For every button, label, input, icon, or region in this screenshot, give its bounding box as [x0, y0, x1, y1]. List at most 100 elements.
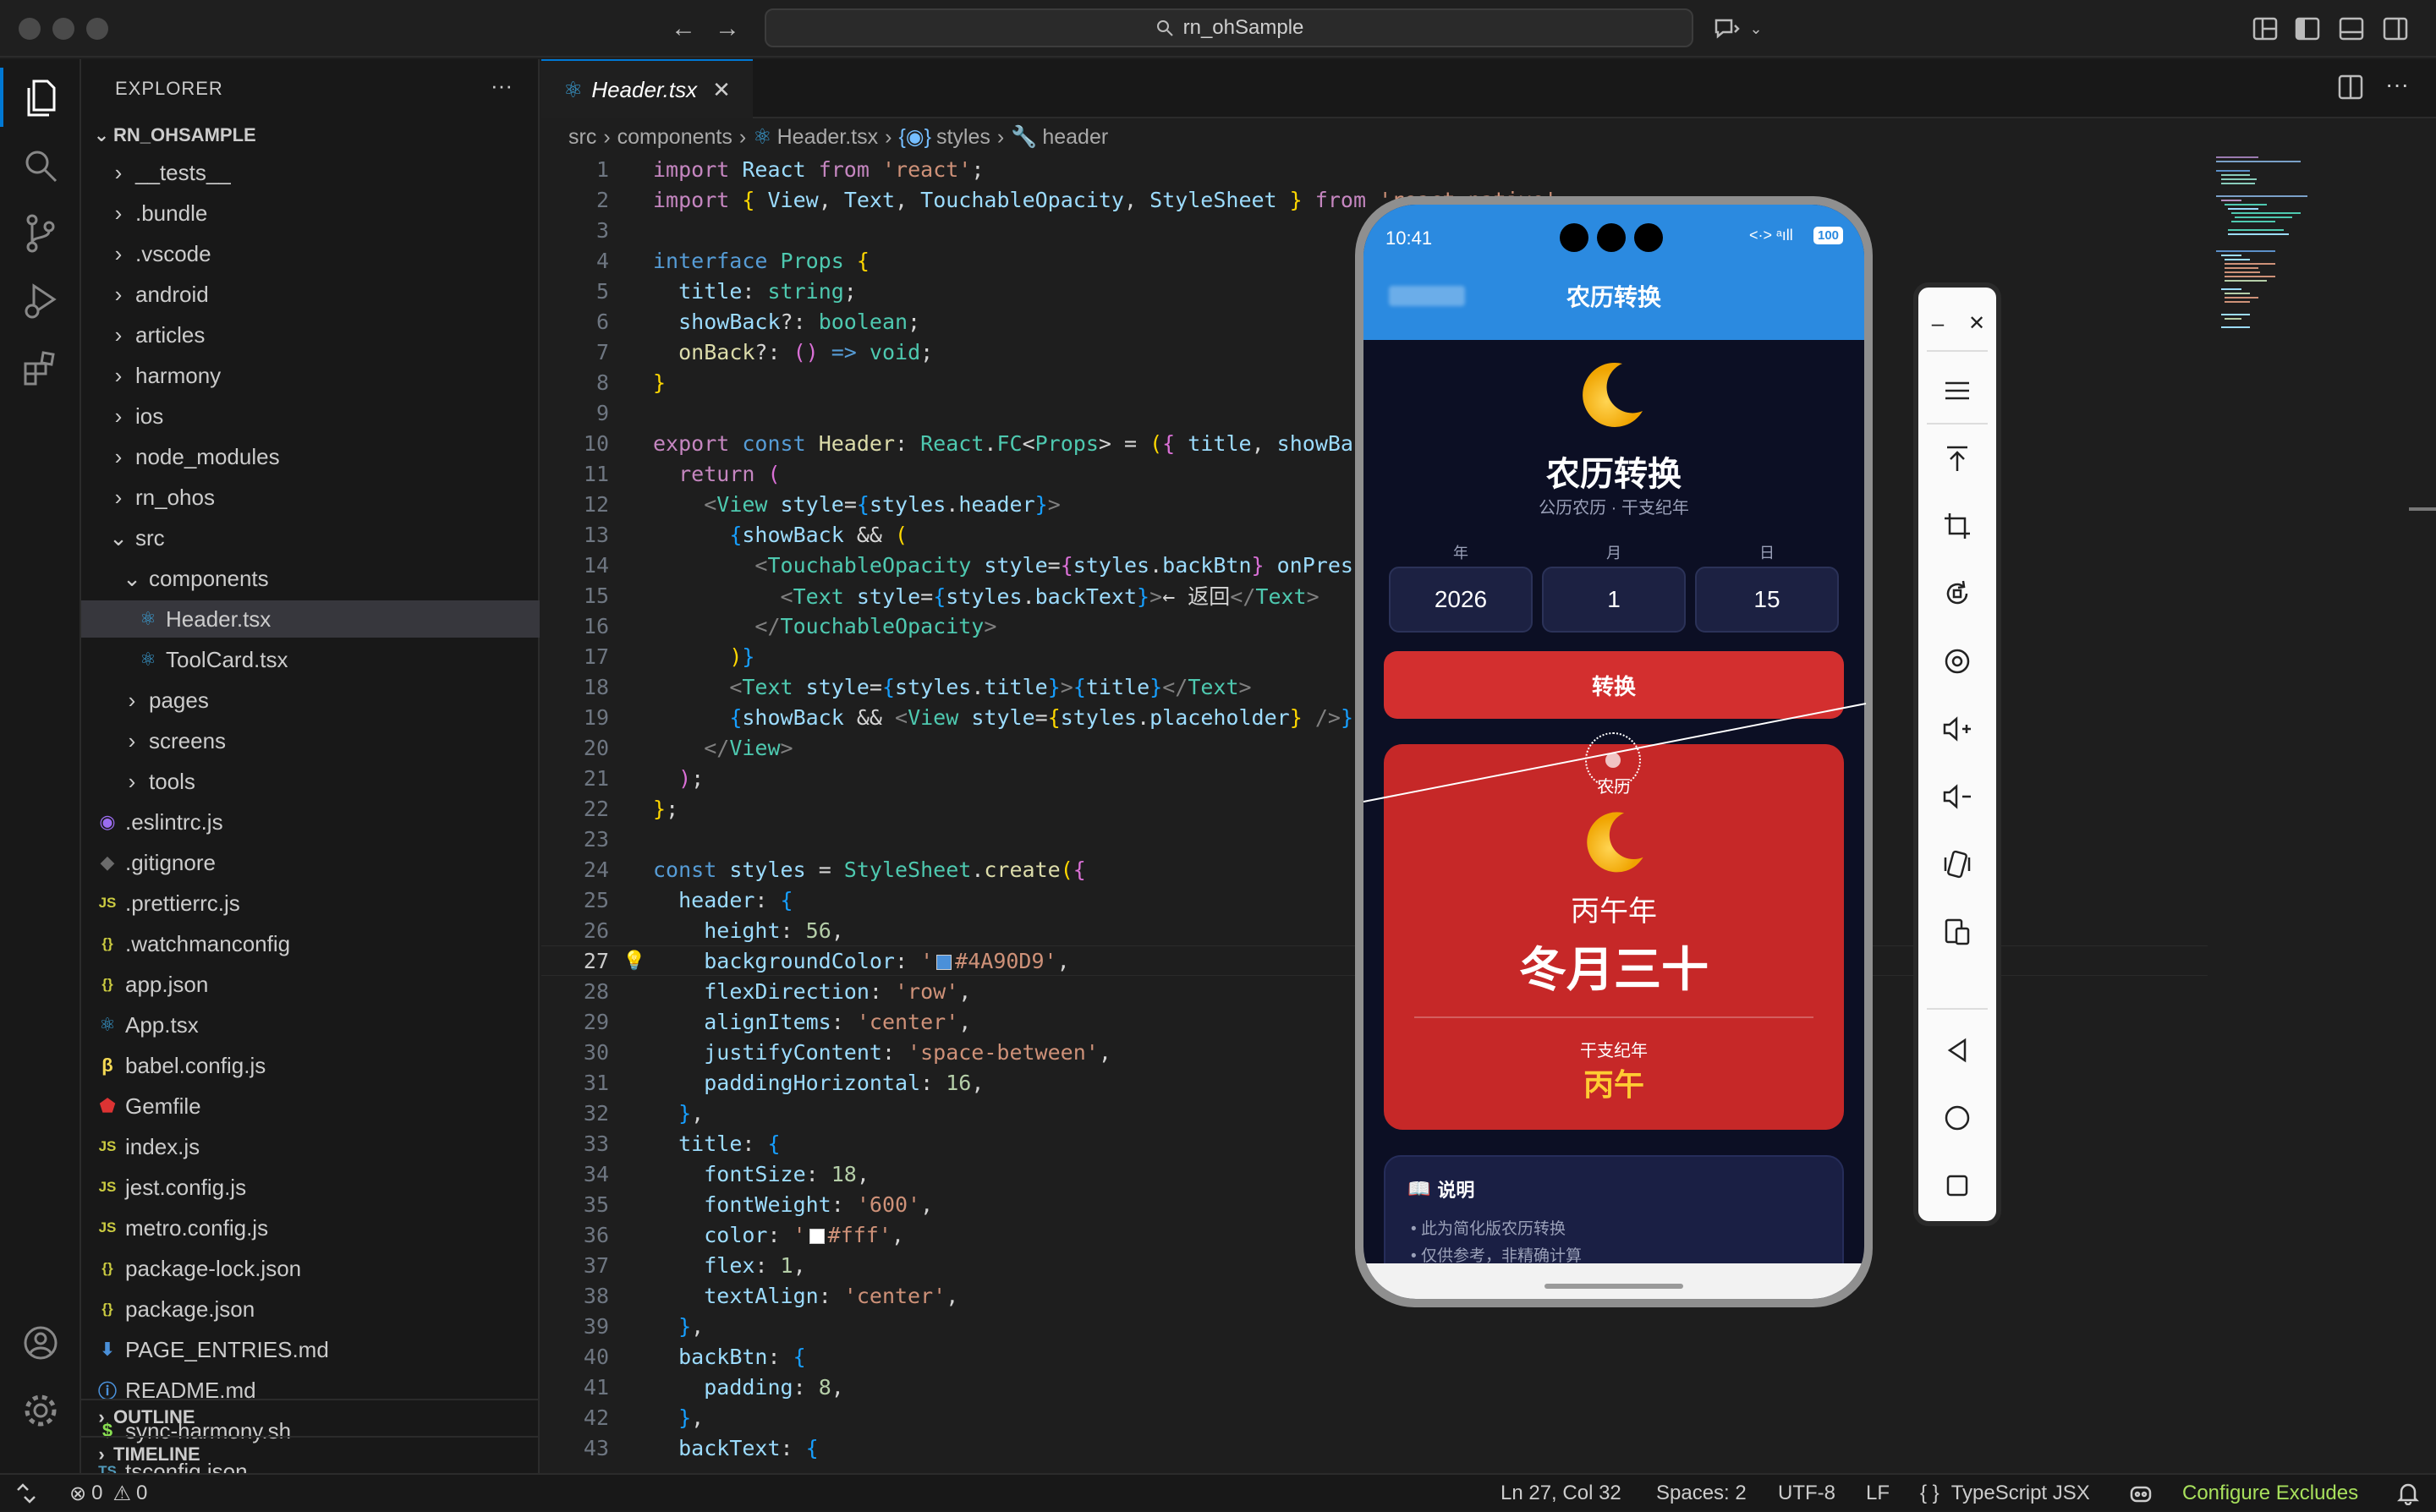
- file-item[interactable]: ⚛ App.tsx: [81, 1006, 540, 1044]
- notifications-bell-icon[interactable]: [2397, 1475, 2419, 1512]
- explorer-root[interactable]: ⌄ RN_OHSAMPLE: [81, 117, 540, 154]
- file-item[interactable]: {} package-lock.json: [81, 1250, 540, 1287]
- configure-excludes-link[interactable]: Configure Excludes: [2182, 1475, 2358, 1512]
- more-actions-icon[interactable]: ···: [2385, 71, 2409, 98]
- close-window-button[interactable]: [19, 18, 41, 40]
- year-input[interactable]: 2026: [1389, 567, 1533, 633]
- file-item[interactable]: ◉ .eslintrc.js: [81, 803, 540, 841]
- folder-item[interactable]: ⌄ components: [81, 560, 540, 597]
- command-center-search[interactable]: rn_ohSample: [765, 8, 1693, 47]
- file-item[interactable]: ⬇ PAGE_ENTRIES.md: [81, 1331, 540, 1368]
- close-tab-icon[interactable]: ✕: [712, 77, 731, 103]
- indentation[interactable]: Spaces: 2: [1656, 1475, 1747, 1512]
- file-item[interactable]: JS .prettierrc.js: [81, 885, 540, 922]
- outline-section[interactable]: › OUTLINE: [81, 1399, 540, 1434]
- file-item[interactable]: ◆ .gitignore: [81, 844, 540, 881]
- file-item[interactable]: JS index.js: [81, 1128, 540, 1165]
- folder-item[interactable]: › node_modules: [81, 438, 540, 475]
- gesture-trace: [1363, 703, 1867, 803]
- folder-item[interactable]: › articles: [81, 316, 540, 353]
- folder-item[interactable]: › .bundle: [81, 194, 540, 232]
- breadcrumb-components[interactable]: components: [617, 125, 732, 150]
- multi-device-icon[interactable]: [1918, 905, 1996, 959]
- folder-item[interactable]: › pages: [81, 682, 540, 719]
- nav-recents-icon[interactable]: [1918, 1159, 1996, 1213]
- extensions-icon[interactable]: [0, 335, 81, 403]
- folder-item[interactable]: › screens: [81, 722, 540, 759]
- copilot-chat-icon[interactable]: [1712, 14, 1742, 44]
- file-item[interactable]: ⬟ Gemfile: [81, 1087, 540, 1125]
- folder-item[interactable]: › .vscode: [81, 235, 540, 272]
- account-icon[interactable]: [0, 1309, 81, 1377]
- minimize-icon[interactable]: –: [1918, 296, 1957, 350]
- volume-down-icon[interactable]: [1918, 770, 1996, 824]
- source-control-icon[interactable]: [0, 200, 81, 267]
- day-input[interactable]: 15: [1695, 567, 1839, 633]
- menu-icon[interactable]: [1918, 364, 1996, 418]
- nav-home-icon[interactable]: [1918, 1091, 1996, 1145]
- breadcrumb-styles[interactable]: styles: [936, 125, 990, 150]
- color-swatch[interactable]: [809, 1228, 825, 1244]
- run-debug-icon[interactable]: [0, 267, 81, 335]
- color-swatch[interactable]: [936, 954, 952, 970]
- rotate-icon[interactable]: [1918, 567, 1996, 621]
- folder-item[interactable]: › android: [81, 276, 540, 313]
- search-icon[interactable]: [0, 132, 81, 200]
- volume-up-icon[interactable]: [1918, 702, 1996, 756]
- lightbulb-icon[interactable]: 💡: [623, 950, 645, 972]
- folder-item[interactable]: › __tests__: [81, 154, 540, 191]
- folder-item[interactable]: › ios: [81, 397, 540, 435]
- file-item[interactable]: ⚛ Header.tsx: [81, 600, 540, 638]
- chevron-down-icon[interactable]: ⌄: [1741, 14, 1771, 44]
- folder-item[interactable]: › harmony: [81, 357, 540, 394]
- zoom-window-button[interactable]: [86, 18, 108, 40]
- copilot-icon[interactable]: [2128, 1475, 2153, 1512]
- split-editor-icon[interactable]: [2338, 74, 2363, 104]
- month-input[interactable]: 1: [1542, 567, 1686, 633]
- file-item[interactable]: JS metro.config.js: [81, 1209, 540, 1246]
- file-item[interactable]: β babel.config.js: [81, 1047, 540, 1084]
- timeline-section[interactable]: › TIMELINE: [81, 1436, 540, 1471]
- more-actions-icon[interactable]: ···: [491, 73, 513, 99]
- settings-gear-icon[interactable]: [0, 1377, 81, 1444]
- breadcrumb-header[interactable]: header: [1042, 125, 1108, 150]
- shake-device-icon[interactable]: [1918, 837, 1996, 891]
- minimize-window-button[interactable]: [52, 18, 74, 40]
- file-item[interactable]: {} .watchmanconfig: [81, 925, 540, 962]
- tree-item-label: Header.tsx: [166, 605, 272, 632]
- tree-item-label: babel.config.js: [125, 1052, 266, 1078]
- file-item[interactable]: {} app.json: [81, 966, 540, 1003]
- close-icon[interactable]: ✕: [1957, 296, 1996, 350]
- error-icon: ⊗: [69, 1482, 87, 1505]
- nav-back-icon[interactable]: [1918, 1023, 1996, 1077]
- problems-indicator[interactable]: ⊗ 0 ⚠ 0: [69, 1475, 147, 1512]
- cursor-position[interactable]: Ln 27, Col 32: [1501, 1475, 1621, 1512]
- remote-icon[interactable]: [15, 1475, 37, 1512]
- breadcrumb-file[interactable]: Header.tsx: [777, 125, 879, 150]
- end-of-line[interactable]: LF: [1866, 1475, 1890, 1512]
- breadcrumb-src[interactable]: src: [568, 125, 596, 150]
- forward-arrow-icon[interactable]: →: [712, 14, 743, 44]
- tab-header-tsx[interactable]: ⚛ Header.tsx ✕: [541, 59, 753, 118]
- crop-screenshot-icon[interactable]: [1918, 499, 1996, 553]
- back-arrow-icon[interactable]: ←: [668, 14, 699, 44]
- encoding[interactable]: UTF-8: [1778, 1475, 1835, 1512]
- file-item[interactable]: {} package.json: [81, 1290, 540, 1328]
- folder-item[interactable]: › tools: [81, 763, 540, 800]
- toggle-secondary-sidebar-icon[interactable]: [2380, 14, 2411, 44]
- customize-layout-icon[interactable]: [2250, 14, 2280, 44]
- explorer-files-icon[interactable]: [0, 64, 81, 132]
- toggle-sidebar-icon[interactable]: [2292, 14, 2323, 44]
- language-mode[interactable]: { } TypeScript JSX: [1920, 1475, 2090, 1512]
- file-item[interactable]: ⚛ ToolCard.tsx: [81, 641, 540, 678]
- minimap[interactable]: [2208, 154, 2309, 348]
- home-indicator[interactable]: [1544, 1284, 1683, 1289]
- record-screen-icon[interactable]: [1918, 634, 1996, 688]
- folder-item[interactable]: ⌄ src: [81, 519, 540, 556]
- folder-item[interactable]: › rn_ohos: [81, 479, 540, 516]
- tree-item-label: App.tsx: [125, 1011, 199, 1038]
- toggle-panel-icon[interactable]: [2336, 14, 2367, 44]
- blurred-back-button[interactable]: [1389, 286, 1465, 306]
- file-item[interactable]: JS jest.config.js: [81, 1169, 540, 1206]
- pin-top-icon[interactable]: [1918, 431, 1996, 485]
